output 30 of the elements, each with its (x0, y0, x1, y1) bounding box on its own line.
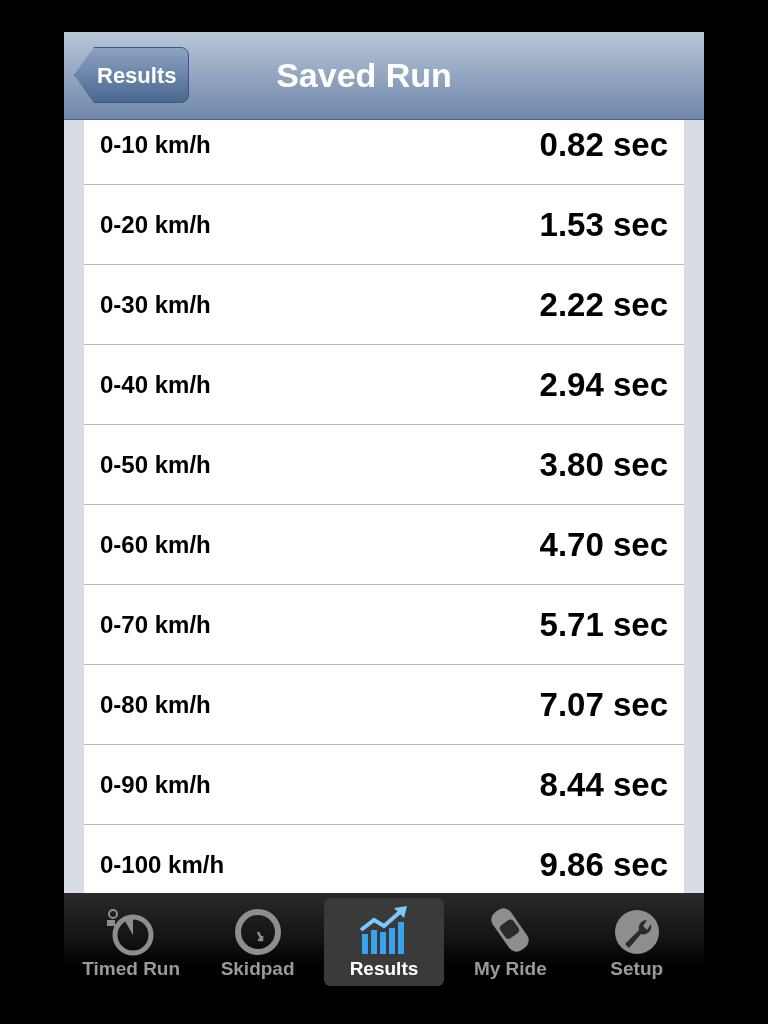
speed-range: 0-10 km/h (100, 129, 211, 160)
speed-range: 0-90 km/h (100, 769, 211, 800)
time-value: 1.53 sec (539, 204, 668, 245)
tab[interactable]: Setup (576, 897, 697, 986)
time-value: 9.86 sec (539, 844, 668, 885)
back-button[interactable]: Results (74, 47, 190, 103)
chart-icon (357, 903, 410, 956)
tab[interactable]: Results (323, 897, 444, 986)
time-value: 3.80 sec (539, 444, 668, 485)
speed-range: 0-40 km/h (100, 369, 211, 400)
speed-range: 0-20 km/h (100, 209, 211, 240)
time-value: 8.44 sec (539, 764, 668, 805)
gauge-icon (233, 907, 282, 956)
speed-range: 0-30 km/h (100, 289, 211, 320)
screen-title: Saved Run (276, 55, 452, 96)
speed-range: 0-100 km/h (100, 849, 225, 880)
speed-range: 0-60 km/h (100, 529, 211, 560)
speed-range: 0-50 km/h (100, 449, 211, 480)
speed-range: 0-80 km/h (100, 689, 211, 720)
time-value: 7.07 sec (539, 684, 668, 725)
tab[interactable]: My Ride (450, 897, 571, 986)
time-value: 2.22 sec (539, 284, 668, 325)
time-value: 5.71 sec (539, 604, 668, 645)
tab[interactable]: Timed Run (71, 897, 192, 986)
wrench-icon (612, 907, 661, 956)
time-value: 0.82 sec (539, 124, 668, 165)
speed-range: 0-70 km/h (100, 609, 211, 640)
tab[interactable]: Skidpad (197, 897, 318, 986)
time-value: 2.94 sec (539, 364, 668, 405)
time-value: 4.70 sec (539, 524, 668, 565)
